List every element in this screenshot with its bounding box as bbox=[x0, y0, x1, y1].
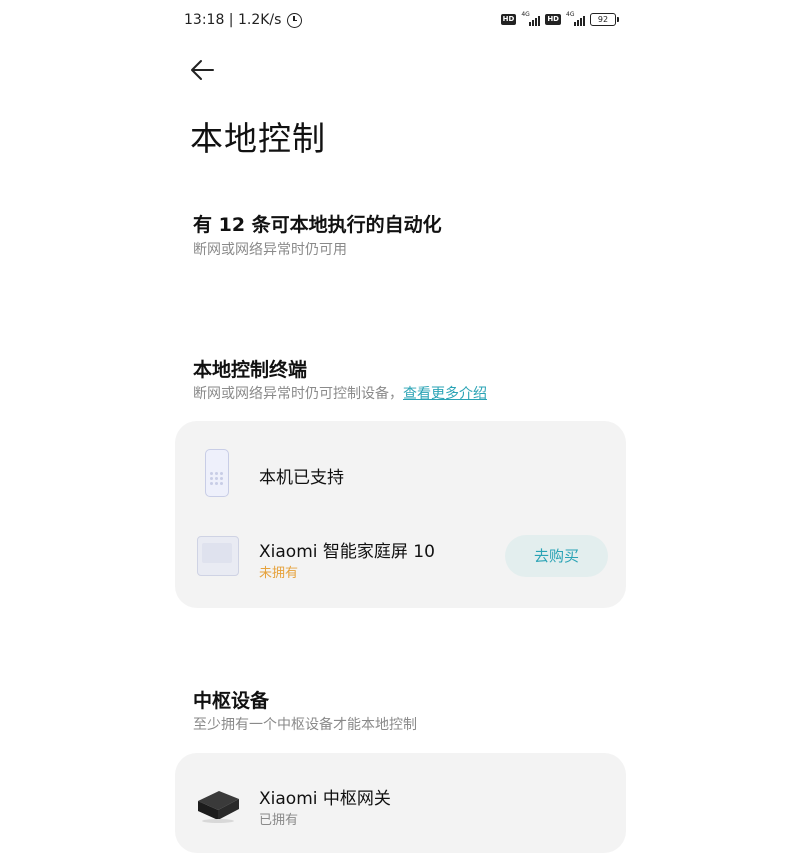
status-left: 13:18 | 1.2K/s bbox=[184, 12, 303, 28]
network-type: 4G bbox=[521, 10, 530, 18]
status-right: HD 4G HD 4G 92 bbox=[500, 10, 619, 26]
hub-title: 中枢设备 bbox=[193, 690, 270, 712]
device-name: Xiaomi 中枢网关 bbox=[259, 789, 391, 809]
device-name: Xiaomi 智能家庭屏 10 bbox=[259, 542, 435, 562]
battery-icon: 92 bbox=[590, 13, 619, 26]
terminal-title: 本地控制终端 bbox=[193, 359, 308, 381]
signal-icon: 4G bbox=[566, 10, 585, 26]
terminal-subtitle-text: 断网或网络异常时仍可控制设备， bbox=[193, 386, 403, 402]
network-type: 4G bbox=[566, 10, 575, 18]
signal-icon: 4G bbox=[521, 10, 541, 26]
terminal-subtitle: 断网或网络异常时仍可控制设备，查看更多介绍 bbox=[193, 383, 487, 403]
back-arrow-icon[interactable] bbox=[187, 56, 219, 84]
smart-display-icon bbox=[197, 536, 239, 576]
ownership-status: 已拥有 bbox=[259, 813, 299, 828]
hub-subtitle: 至少拥有一个中枢设备才能本地控制 bbox=[193, 717, 417, 733]
time-speed: 13:18 | 1.2K/s bbox=[184, 12, 282, 28]
more-info-link[interactable]: 查看更多介绍 bbox=[403, 386, 487, 402]
hd-icon: HD bbox=[500, 14, 517, 25]
status-bar: 13:18 | 1.2K/s HD 4G HD 4G 92 bbox=[173, 0, 628, 42]
buy-button[interactable]: 去购买 bbox=[505, 535, 608, 577]
ownership-status: 未拥有 bbox=[259, 566, 299, 581]
automation-subtitle: 断网或网络异常时仍可用 bbox=[193, 242, 347, 258]
hd-icon: HD bbox=[545, 14, 561, 25]
gateway-icon bbox=[195, 783, 241, 823]
phone-icon bbox=[205, 449, 229, 497]
alarm-icon bbox=[287, 12, 303, 28]
automation-title: 有 12 条可本地执行的自动化 bbox=[193, 214, 442, 236]
device-name: 本机已支持 bbox=[259, 468, 344, 488]
terminal-card: 本机已支持 Xiaomi 智能家庭屏 10 未拥有 去购买 bbox=[175, 421, 626, 608]
screen: 13:18 | 1.2K/s HD 4G HD 4G 92 本地控制 有 12 … bbox=[173, 0, 628, 853]
hub-card: Xiaomi 中枢网关 已拥有 bbox=[175, 753, 626, 853]
page-title: 本地控制 bbox=[190, 119, 326, 158]
